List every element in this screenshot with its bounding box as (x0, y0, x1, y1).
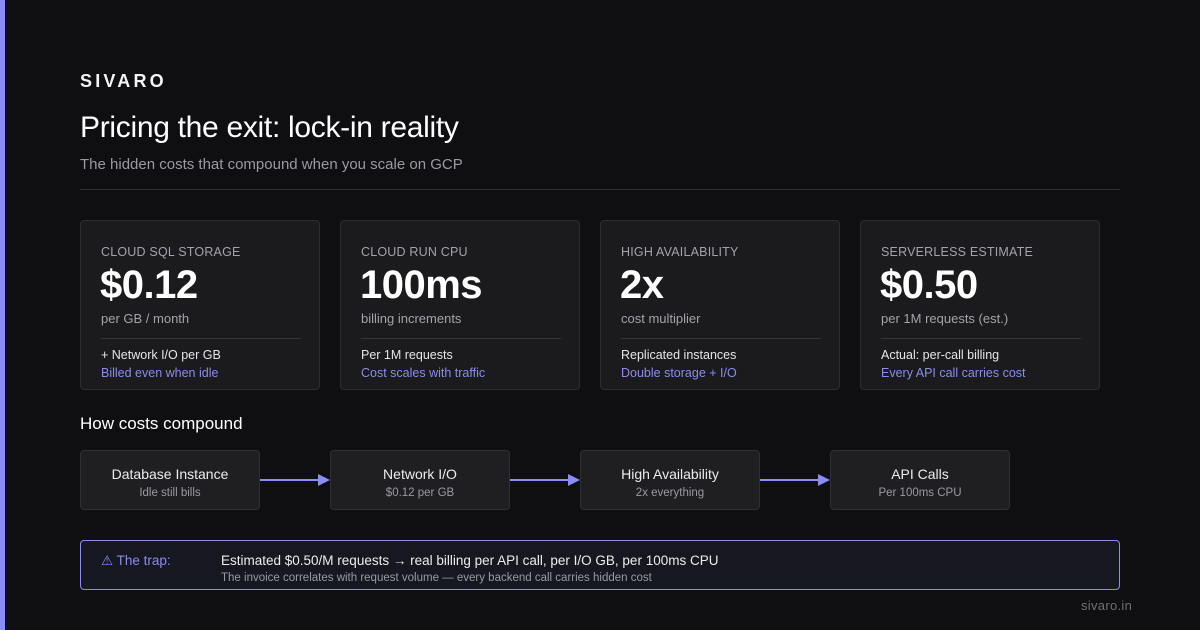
metric-unit: per 1M requests (est.) (881, 311, 1009, 326)
flow-step-detail: $0.12 per GB (385, 487, 455, 499)
trap-label: ⚠ The trap: (101, 553, 171, 568)
metric-value: 2x (620, 263, 664, 307)
brand-logo: SIVARO (80, 71, 167, 91)
metric-label: CLOUD RUN CPU (361, 245, 468, 259)
metric-unit: per GB / month (101, 311, 190, 326)
metric-card-cloud-run-cpu: CLOUD RUN CPU 100ms billing increments P… (340, 220, 580, 390)
flow-step-detail: Idle still bills (139, 487, 201, 499)
page-title: Pricing the exit: lock-in reality (80, 111, 459, 144)
metric-card-serverless-estimate: SERVERLESS ESTIMATE $0.50 per 1M request… (860, 220, 1100, 390)
metric-note: Actual: per-call billing (881, 348, 1000, 362)
trap-sub-text: The invoice correlates with request volu… (221, 572, 652, 584)
trap-main-text: Estimated $0.50/M requests → real billin… (221, 553, 719, 568)
metric-note: Per 1M requests (361, 348, 453, 362)
card-divider (101, 338, 301, 339)
metric-unit: cost multiplier (621, 311, 701, 326)
metric-card-cloud-sql-storage: CLOUD SQL STORAGE $0.12 per GB / month +… (80, 220, 320, 390)
flow-step-api-calls: API Calls Per 100ms CPU (830, 450, 1010, 510)
accent-bar (0, 0, 5, 630)
flow-section-title: How costs compound (80, 414, 243, 433)
flow-step-name: Network I/O (383, 466, 457, 482)
metric-value: $0.12 (100, 263, 198, 307)
metric-accent-note: Billed even when idle (101, 366, 219, 380)
metric-label: CLOUD SQL STORAGE (101, 245, 241, 259)
arrow-right-icon (260, 474, 330, 486)
page-subtitle: The hidden costs that compound when you … (80, 156, 463, 173)
metric-accent-note: Double storage + I/O (621, 366, 737, 380)
flow-step-detail: 2x everything (635, 487, 705, 499)
flow-step-detail: Per 100ms CPU (878, 487, 962, 499)
header-divider (80, 189, 1120, 190)
metric-value: $0.50 (880, 263, 978, 307)
footer-url: sivaro.in (1081, 598, 1133, 613)
metric-card-high-availability: HIGH AVAILABILITY 2x cost multiplier Rep… (600, 220, 840, 390)
flow-step-network-io: Network I/O $0.12 per GB (330, 450, 510, 510)
flow-step-database-instance: Database Instance Idle still bills (80, 450, 260, 510)
flow-step-name: Database Instance (111, 466, 229, 482)
card-divider (361, 338, 561, 339)
metric-note: Replicated instances (621, 348, 737, 362)
metric-unit: billing increments (361, 311, 462, 326)
metric-value: 100ms (360, 263, 483, 307)
slide: SIVARO Pricing the exit: lock-in reality… (0, 0, 1200, 630)
metric-note: + Network I/O per GB (101, 348, 221, 362)
metric-label: SERVERLESS ESTIMATE (881, 245, 1033, 259)
metric-accent-note: Every API call carries cost (881, 366, 1026, 380)
trap-callout: ⚠ The trap: Estimated $0.50/M requests →… (80, 540, 1120, 590)
metric-accent-note: Cost scales with traffic (361, 366, 486, 380)
flow-step-high-availability: High Availability 2x everything (580, 450, 760, 510)
card-divider (881, 338, 1081, 339)
flow-step-name: API Calls (891, 466, 949, 482)
card-divider (621, 338, 821, 339)
arrow-right-icon (510, 474, 580, 486)
arrow-right-icon (760, 474, 830, 486)
flow-step-name: High Availability (621, 466, 719, 482)
metric-label: HIGH AVAILABILITY (621, 245, 739, 259)
